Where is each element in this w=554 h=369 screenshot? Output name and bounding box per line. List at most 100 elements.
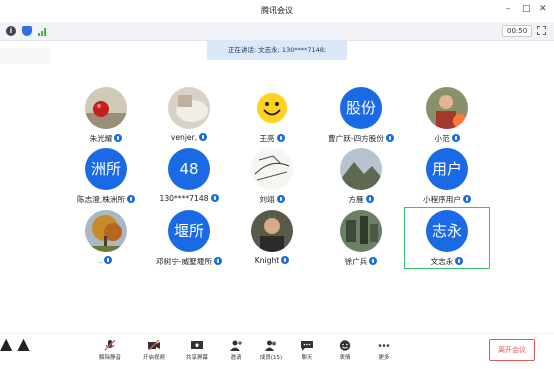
avatar — [251, 210, 293, 252]
participant-name-row: 曹广跃-四方股份 — [321, 133, 401, 144]
participant-name: 王亮 — [259, 134, 275, 143]
unmute-label: 解除静音 — [98, 355, 121, 361]
avatar — [426, 87, 468, 129]
microphone-icon — [126, 195, 135, 203]
participant-tile[interactable]: 小范 — [407, 87, 487, 153]
participant-name: venjer, — [170, 133, 198, 142]
participant-name: 邓树宁-威墅堰所 — [156, 257, 212, 266]
bottom-toolbar: 解除静音 ▲ 开启视频 ▲ 共享屏幕 邀请 成员(15) 聊天 表情 更多 — [0, 333, 554, 369]
signal-icon[interactable] — [38, 28, 48, 36]
emoji-button[interactable]: 表情 — [325, 340, 365, 361]
avatar — [340, 148, 382, 190]
microphone-icon — [451, 134, 460, 142]
close-button[interactable]: ✕ — [539, 4, 547, 14]
video-label: 开启视频 — [142, 355, 165, 361]
participant-tile[interactable]: venjer, — [149, 87, 229, 153]
microphone-icon — [104, 256, 113, 264]
participant-name-row: 王亮 — [232, 133, 312, 144]
invite-label: 邀请 — [230, 355, 242, 361]
participant-name: 130****7148 — [159, 194, 209, 203]
window-title: 腾讯会议 — [261, 6, 293, 15]
minimize-button[interactable]: – — [506, 4, 511, 14]
status-bar: i 00:50 — [0, 22, 554, 41]
smile-icon — [339, 340, 351, 351]
participant-name: 曹广跃-四方股份 — [328, 134, 384, 143]
microphone-icon — [210, 194, 219, 202]
microphone-icon — [114, 134, 123, 142]
emoji-label: 表情 — [339, 355, 351, 361]
participant-tile[interactable]: 用户 小程序用户 — [407, 148, 487, 214]
participant-tile[interactable]: 刘翊 — [232, 148, 312, 214]
avatar: 股份 — [340, 87, 382, 129]
participant-name: 小范 — [434, 134, 450, 143]
participant-name-row: 小程序用户 — [407, 194, 487, 205]
participant-name-row: 方雁 — [321, 194, 401, 205]
camera-off-icon — [148, 339, 160, 351]
members-icon — [265, 340, 277, 351]
unmute-button[interactable]: 解除静音 — [90, 339, 130, 361]
microphone-icon — [369, 257, 378, 265]
speaking-indicator: 正在讲话: 文志永; 130****7148; — [207, 40, 347, 60]
leave-meeting-button[interactable]: 离开会议 — [489, 339, 535, 361]
participant-name-row: 徐广兵 — [321, 256, 401, 267]
participant-name-row: . — [66, 256, 146, 265]
participant-tile[interactable]: . — [66, 210, 146, 276]
more-button[interactable]: 更多 — [364, 340, 404, 361]
share-screen-icon — [191, 340, 203, 351]
chat-button[interactable]: 聊天 — [287, 340, 327, 361]
microphone-icon — [462, 195, 471, 203]
mic-muted-icon — [104, 339, 116, 351]
microphone-icon — [281, 256, 290, 264]
members-button[interactable]: 成员(15) — [251, 340, 291, 361]
participant-name: . — [99, 256, 103, 265]
participant-tile[interactable]: 股份曹广跃-四方股份 — [321, 87, 401, 153]
participant-tile[interactable]: 堰所邓树宁-威墅堰所 — [149, 210, 229, 276]
microphone-icon — [385, 134, 394, 142]
participant-name: 刘翊 — [259, 195, 275, 204]
chat-label: 聊天 — [301, 355, 313, 361]
participant-name: 小程序用户 — [423, 195, 461, 204]
maximize-button[interactable]: □ — [522, 4, 531, 14]
participant-tile[interactable]: 朱光耀 — [66, 87, 146, 153]
info-icon[interactable]: i — [6, 26, 16, 36]
title-bar: 腾讯会议 – □ ✕ — [0, 0, 554, 22]
chevron-up-icon[interactable]: ▲ — [17, 334, 29, 353]
chevron-up-icon[interactable]: ▲ — [0, 334, 12, 353]
participant-tile[interactable]: 方雁 — [321, 148, 401, 214]
microphone-icon — [199, 133, 208, 141]
share-screen-button[interactable]: 共享屏幕 — [177, 340, 217, 361]
participant-name-row: 朱光耀 — [66, 133, 146, 144]
video-button[interactable]: 开启视频 — [134, 339, 174, 361]
participant-name-row: 小范 — [407, 133, 487, 144]
avatar: 用户 — [426, 148, 468, 190]
avatar: 48 — [168, 148, 210, 190]
participant-name: Knight — [254, 256, 280, 265]
microphone-icon — [365, 195, 374, 203]
avatar — [85, 87, 127, 129]
active-speaker-highlight — [404, 207, 490, 269]
participant-name-row: 130****7148 — [149, 194, 229, 203]
invite-button[interactable]: 邀请 — [216, 340, 256, 361]
microphone-icon — [213, 257, 222, 265]
meeting-timer: 00:50 — [502, 25, 533, 37]
avatar — [168, 87, 210, 129]
participant-name-row: Knight — [232, 256, 312, 265]
members-label: 成员(15) — [259, 355, 283, 361]
participant-name: 徐广兵 — [344, 257, 368, 266]
participant-tile[interactable]: 48 130****7148 — [149, 148, 229, 214]
participant-tile[interactable]: 洲所陈志澄,株洲所 — [66, 148, 146, 214]
chat-icon — [301, 340, 313, 351]
participant-name: 朱光耀 — [89, 134, 113, 143]
more-label: 更多 — [378, 355, 390, 361]
participant-name-row: 陈志澄,株洲所 — [66, 194, 146, 205]
shield-icon[interactable] — [22, 26, 32, 36]
avatar: 堰所 — [168, 210, 210, 252]
fullscreen-icon[interactable] — [537, 26, 546, 35]
participant-tile[interactable]: 王亮 — [232, 87, 312, 153]
avatar — [251, 148, 293, 190]
avatar — [251, 87, 293, 129]
participant-tile[interactable]: 徐广兵 — [321, 210, 401, 276]
avatar: 洲所 — [85, 148, 127, 190]
avatar — [85, 210, 127, 252]
participant-tile[interactable]: Knight — [232, 210, 312, 276]
